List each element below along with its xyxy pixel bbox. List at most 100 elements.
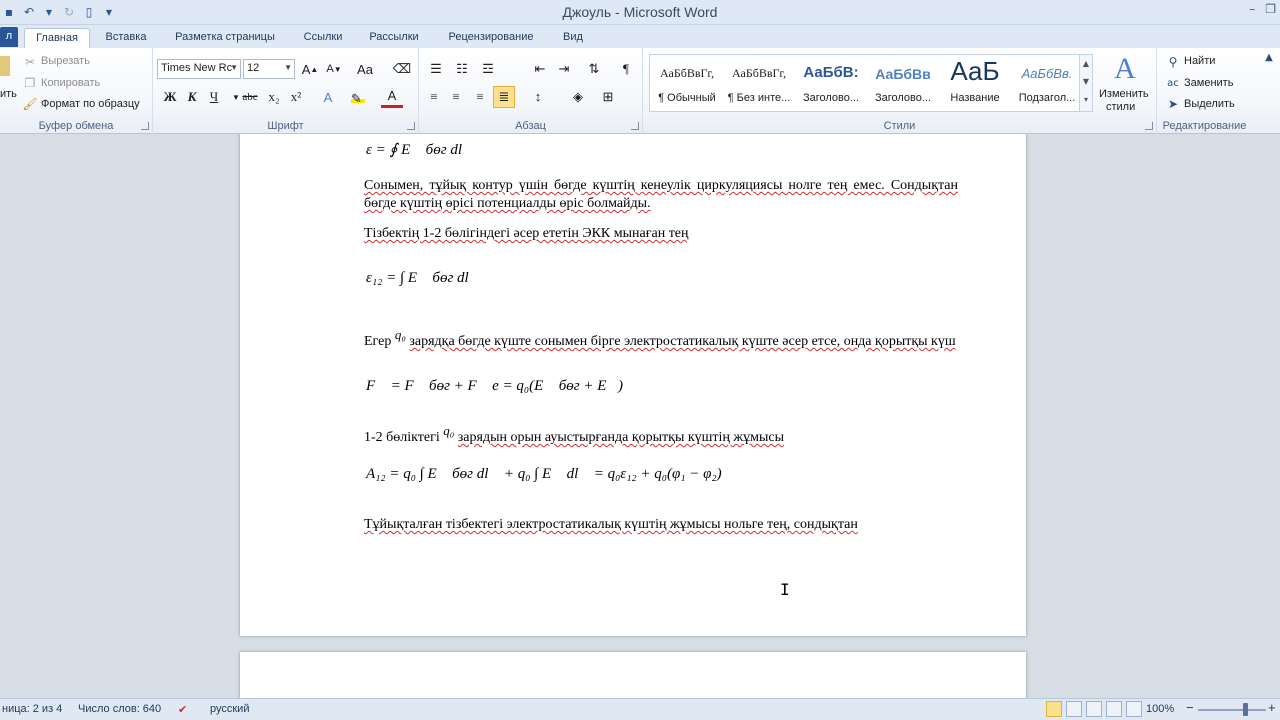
- strikethrough-button[interactable]: abc: [239, 86, 261, 108]
- tab-page-layout[interactable]: Разметка страницы: [166, 28, 284, 48]
- style-name: Заголово...: [802, 92, 860, 104]
- tab-references[interactable]: Ссылки: [296, 28, 350, 48]
- increase-indent-icon[interactable]: ⇥: [553, 58, 575, 80]
- clipboard-launcher-icon[interactable]: [141, 122, 149, 130]
- paragraph-5[interactable]: Тұйықталған тізбектегі электростатикалық…: [364, 516, 958, 534]
- cut-button[interactable]: Вырезать: [41, 55, 90, 67]
- paste-icon[interactable]: [0, 56, 10, 76]
- editing-group: ⚲ Найти ac Заменить ➤ Выделить Редактиро…: [1157, 48, 1252, 134]
- paragraph-1[interactable]: Сонымен, тұйық контур үшін бөгде күштің …: [364, 177, 958, 213]
- tab-review[interactable]: Рецензирование: [438, 28, 544, 48]
- highlight-icon[interactable]: ✎: [347, 86, 369, 108]
- style-name: Название: [950, 92, 1000, 104]
- document-page-next[interactable]: [240, 652, 1026, 698]
- zoom-slider-track[interactable]: [1198, 709, 1266, 711]
- style-heading-2[interactable]: АаБбВв Заголово...: [867, 54, 939, 110]
- format-painter-button[interactable]: Формат по образцу: [41, 98, 140, 110]
- binoculars-icon: ⚲: [1168, 55, 1178, 69]
- justify-icon[interactable]: ≣: [493, 86, 515, 108]
- document-area[interactable]: ε = ∮ E⃗ бөг dl⃗ Сонымен, тұйық контур ү…: [0, 134, 1280, 698]
- grow-font-button[interactable]: A ▲: [299, 58, 321, 80]
- minimize-button[interactable]: –: [1249, 2, 1255, 16]
- decrease-indent-icon[interactable]: ⇤: [529, 58, 551, 80]
- change-styles-button-line2[interactable]: стили: [1106, 101, 1135, 113]
- restore-button[interactable]: ❐: [1265, 2, 1276, 16]
- style-name: Подзагол...: [1018, 92, 1076, 104]
- tab-home[interactable]: Главная: [24, 28, 90, 48]
- align-left-icon[interactable]: ≡: [423, 86, 445, 108]
- line-spacing-icon[interactable]: ↕: [527, 86, 549, 108]
- draft-view-button[interactable]: [1126, 701, 1142, 717]
- subscript-button[interactable]: x₂: [263, 86, 285, 108]
- chevron-down-icon: ▼: [230, 63, 238, 72]
- paragraph-4-start: 1-2 бөліктегі: [364, 430, 440, 445]
- align-right-icon[interactable]: ≡: [469, 86, 491, 108]
- styles-scroll[interactable]: ▲ ▼ ▾: [1079, 54, 1093, 112]
- zoom-slider-thumb[interactable]: [1243, 703, 1248, 716]
- font-name-combo[interactable]: Times New Rc ▼: [157, 59, 241, 79]
- style-name: Заголово...: [874, 92, 932, 104]
- font-color-button[interactable]: A: [381, 86, 403, 108]
- paragraph-2[interactable]: Тізбектің 1-2 бөлігіндегі әсер ететін ЭК…: [364, 225, 958, 243]
- cursor-arrow-icon: ➤: [1167, 97, 1179, 111]
- underline-button[interactable]: Ч: [203, 86, 225, 108]
- replace-button[interactable]: Заменить: [1184, 77, 1233, 89]
- superscript-button[interactable]: x²: [285, 86, 307, 108]
- align-center-icon[interactable]: ≡: [445, 86, 467, 108]
- borders-icon[interactable]: ⊞: [597, 86, 619, 108]
- shrink-font-button[interactable]: A ▼: [323, 58, 345, 80]
- tab-view[interactable]: Вид: [556, 28, 590, 48]
- clear-format-icon[interactable]: ⌫: [391, 58, 413, 80]
- font-launcher-icon[interactable]: [407, 122, 415, 130]
- web-layout-view-button[interactable]: [1086, 701, 1102, 717]
- style-subtitle[interactable]: АаБбВв. Подзагол...: [1011, 54, 1083, 110]
- style-normal[interactable]: АаБбВвГг, ¶ Обычный: [651, 54, 723, 110]
- change-styles-button[interactable]: Изменить: [1099, 88, 1149, 100]
- paragraph-4-text: зарядын орын ауыстырғанда қорытқы күштің…: [457, 430, 784, 445]
- find-button[interactable]: Найти: [1184, 55, 1215, 67]
- tab-file[interactable]: л: [0, 27, 18, 47]
- text-effects-button[interactable]: A: [317, 86, 339, 108]
- outline-view-button[interactable]: [1106, 701, 1122, 717]
- language-indicator[interactable]: русский: [210, 703, 249, 715]
- paste-label[interactable]: ить: [0, 88, 17, 100]
- shading-icon[interactable]: ◈: [567, 86, 589, 108]
- font-size-value: 12: [247, 62, 260, 74]
- sort-icon[interactable]: ⇅: [583, 58, 605, 80]
- show-marks-button[interactable]: ¶: [615, 58, 637, 80]
- style-no-spacing[interactable]: АаБбВвГг, ¶ Без инте...: [723, 54, 795, 110]
- paragraph-3[interactable]: Егер q₀ зарядқа бөгде күште сонымен бірг…: [364, 326, 958, 351]
- numbering-icon[interactable]: ☷: [451, 58, 473, 80]
- scissors-icon: ✂: [24, 55, 36, 69]
- paragraph-launcher-icon[interactable]: [631, 122, 639, 130]
- zoom-in-button[interactable]: +: [1268, 700, 1276, 715]
- document-page[interactable]: ε = ∮ E⃗ бөг dl⃗ Сонымен, тұйық контур ү…: [240, 134, 1026, 636]
- style-heading-1[interactable]: АаБбВ: Заголово...: [795, 54, 867, 110]
- proofing-icon[interactable]: ✔: [178, 703, 187, 716]
- tab-mailings[interactable]: Рассылки: [362, 28, 426, 48]
- paragraph-4[interactable]: 1-2 бөліктегі q₀ зарядын орын ауыстырған…: [364, 422, 958, 447]
- styles-launcher-icon[interactable]: [1145, 122, 1153, 130]
- zoom-level[interactable]: 100%: [1146, 703, 1174, 715]
- page-counter[interactable]: ница: 2 из 4: [2, 703, 62, 715]
- italic-button[interactable]: К: [181, 86, 203, 108]
- word-count[interactable]: Число слов: 640: [78, 703, 161, 715]
- style-sample: АаБбВв.: [1021, 66, 1073, 81]
- style-title[interactable]: АаБ Название: [939, 54, 1011, 110]
- multilevel-list-icon[interactable]: ☲: [477, 58, 499, 80]
- paragraph-5-text: Тұйықталған тізбектегі электростатикалық…: [364, 517, 858, 532]
- print-layout-view-button[interactable]: [1046, 701, 1062, 717]
- bullets-icon[interactable]: ☰: [425, 58, 447, 80]
- bold-button[interactable]: Ж: [159, 86, 181, 108]
- copy-button[interactable]: Копировать: [41, 77, 100, 89]
- font-size-combo[interactable]: 12 ▼: [243, 59, 295, 79]
- select-button[interactable]: Выделить: [1184, 98, 1235, 110]
- clipboard-group-label: Буфер обмена: [38, 120, 114, 132]
- zoom-out-button[interactable]: −: [1186, 700, 1194, 715]
- text-cursor-icon: I: [780, 580, 790, 599]
- minimize-ribbon-icon[interactable]: ▲: [1262, 50, 1276, 64]
- font-group-label: Шрифт: [267, 120, 304, 132]
- tab-insert[interactable]: Вставка: [96, 28, 156, 48]
- change-case-button[interactable]: Aa: [351, 58, 379, 80]
- full-screen-view-button[interactable]: [1066, 701, 1082, 717]
